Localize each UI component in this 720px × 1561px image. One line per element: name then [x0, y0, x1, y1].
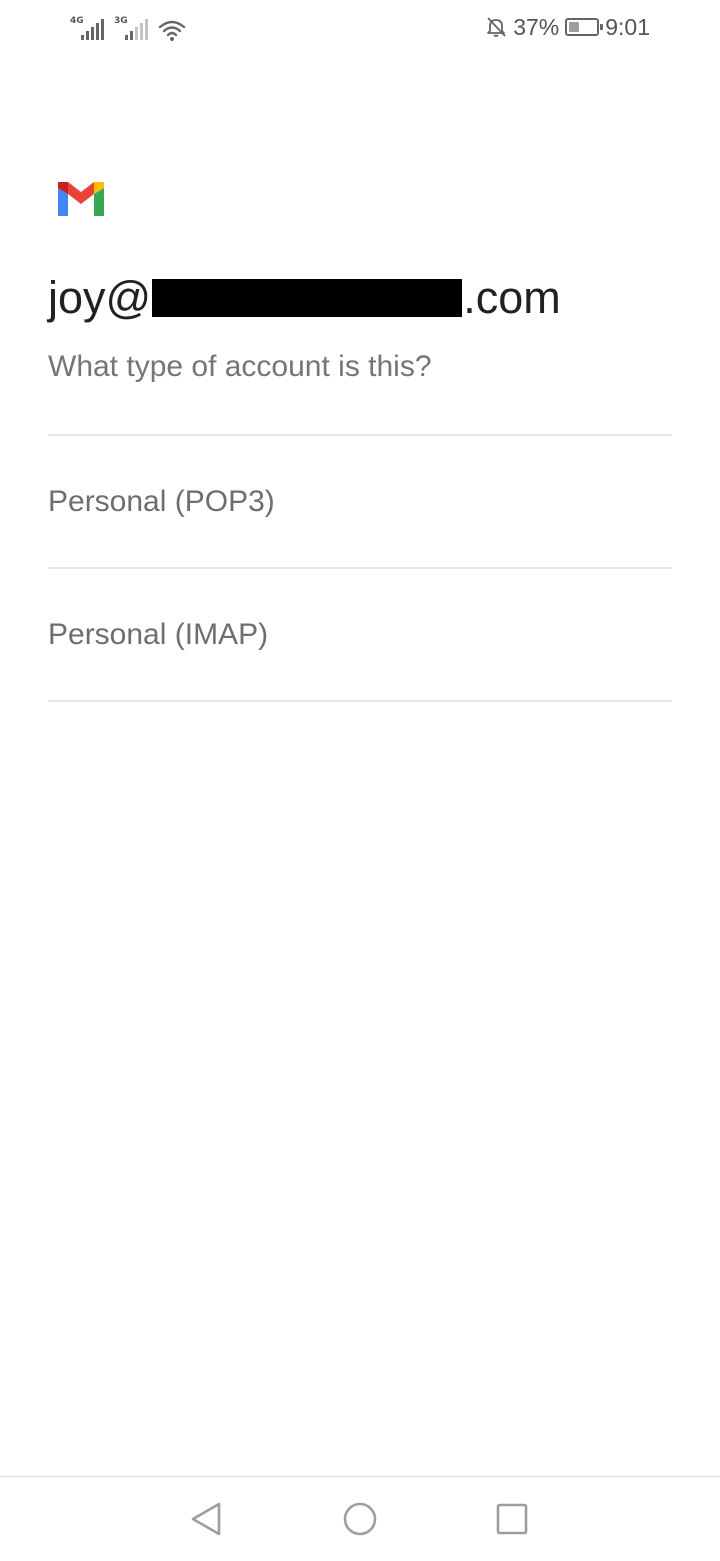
battery-percent: 37% [513, 13, 560, 40]
status-right: 37% 9:01 [485, 12, 650, 42]
gmail-logo [58, 182, 104, 216]
cell-signal-icon-2: 3G [114, 16, 148, 42]
wifi-icon [158, 20, 186, 41]
recents-icon [496, 1503, 528, 1535]
email-suffix: .com [463, 272, 561, 323]
account-email: joy@ .com [48, 268, 561, 328]
email-prefix: joy@ [48, 272, 152, 323]
option-personal-imap[interactable]: Personal (IMAP) [48, 569, 672, 700]
bell-off-icon [487, 17, 506, 37]
redaction-bar [152, 279, 463, 317]
back-icon [191, 1502, 221, 1536]
clock-time: 9:01 [605, 13, 650, 40]
battery-icon [565, 18, 604, 36]
account-type-prompt: What type of account is this? [48, 350, 432, 383]
account-type-list: Personal (POP3) Personal (IMAP) [48, 434, 672, 702]
option-label: Personal (POP3) [48, 484, 275, 518]
status-bar: 4G 3G 37% 9:01 [0, 0, 720, 56]
option-personal-pop3[interactable]: Personal (POP3) [48, 436, 672, 567]
status-left: 4G 3G [70, 14, 186, 42]
navigation-bar [0, 1476, 720, 1561]
home-icon [343, 1502, 377, 1536]
cell-signal-icon: 4G [70, 16, 104, 42]
home-button[interactable] [340, 1499, 380, 1539]
recents-button[interactable] [492, 1499, 532, 1539]
divider [48, 700, 672, 702]
option-label: Personal (IMAP) [48, 617, 269, 651]
back-button[interactable] [186, 1499, 226, 1539]
